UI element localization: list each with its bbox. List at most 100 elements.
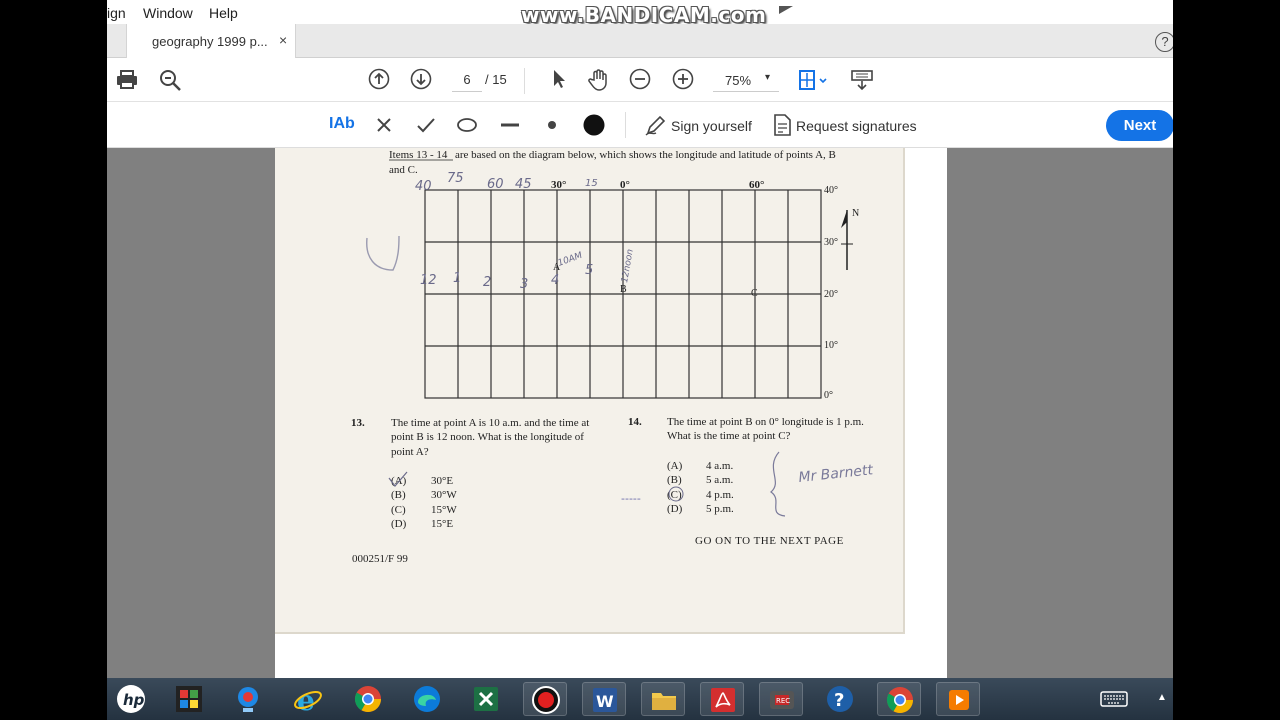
handwritten-note: 12 [420, 273, 437, 288]
acrobat-window: ign Window Help www.BANDICAM.com geograp… [107, 0, 1173, 678]
hp-logo-icon[interactable]: hp [109, 682, 149, 716]
help-icon[interactable]: ? [1155, 32, 1173, 52]
fill-sign-toolbar: IAb Sign yourself Request signatures Nex… [107, 102, 1173, 148]
sign-yourself-label[interactable]: Sign yourself [671, 118, 752, 134]
chrome-icon[interactable] [346, 682, 390, 716]
menu-window[interactable]: Window [143, 5, 193, 21]
hand-tool-icon[interactable] [587, 68, 611, 92]
line-icon[interactable] [499, 114, 521, 136]
sign-pen-icon[interactable] [644, 113, 668, 137]
q13-option-letter: (D) [391, 518, 407, 530]
print-icon[interactable] [115, 68, 139, 92]
q14-option-letter: (A) [667, 460, 683, 472]
request-signatures-icon[interactable] [771, 113, 793, 137]
checkmark-icon[interactable] [416, 114, 436, 136]
total-pages: / 15 [485, 72, 507, 87]
handwritten-arrow: ----- [621, 492, 641, 505]
navigation-toolbar: 6 / 15 75% ▾ [107, 58, 1173, 102]
document-tab[interactable]: geography 1999 p... × [126, 24, 296, 58]
q13-option-letter: (C) [391, 504, 406, 516]
handwritten-brace [770, 451, 786, 517]
q13-option-value: 30°W [431, 489, 457, 501]
bandicam-video-icon[interactable]: REC [759, 682, 803, 716]
help-support-icon[interactable]: ? [818, 682, 862, 716]
webcam-recorder-icon[interactable] [226, 682, 270, 716]
bandicam-record-icon[interactable] [523, 682, 567, 716]
exam-diagram: Items 13 - 14 are based on the diagram b… [351, 149, 874, 565]
svg-text:REC: REC [776, 697, 790, 705]
footer-code: 000251/F 99 [352, 553, 408, 565]
add-text-tool[interactable]: IAb [329, 115, 355, 133]
north-arrow-icon [841, 210, 853, 270]
menu-bar: ign Window Help www.BANDICAM.com [107, 0, 1173, 27]
toolbar-divider [524, 68, 525, 94]
handwritten-note: 10AM [557, 251, 584, 269]
zoom-value: 75% [725, 73, 752, 88]
small-dot-icon[interactable] [544, 114, 560, 136]
q13-text-line: point B is 12 noon. What is the longitud… [391, 431, 584, 443]
scroll-mode-icon[interactable] [849, 68, 875, 92]
go-on-next-page: GO ON TO THE NEXT PAGE [695, 535, 844, 547]
zoom-search-icon[interactable] [158, 68, 182, 92]
menu-help[interactable]: Help [209, 5, 238, 21]
q13-option-letter: (B) [391, 489, 406, 501]
chevron-down-icon: ▾ [765, 72, 771, 83]
point-c: C [751, 288, 758, 299]
file-explorer-icon[interactable] [641, 682, 685, 716]
document-viewport[interactable]: Items 13 - 14 are based on the diagram b… [107, 148, 1173, 678]
tray-expand-icon[interactable]: ▲ [1157, 692, 1167, 703]
internet-explorer-icon[interactable]: e [286, 682, 330, 716]
windows-taskbar: hp e W REC ? ▲ [107, 678, 1173, 720]
toolbar-divider [625, 112, 626, 138]
chrome-window-icon[interactable] [877, 682, 921, 716]
request-signatures-label[interactable]: Request signatures [796, 118, 917, 134]
ellipse-icon[interactable] [456, 114, 478, 136]
video-player-icon[interactable] [936, 682, 980, 716]
close-tab-icon[interactable]: × [279, 32, 287, 48]
handwritten-note: 40 [415, 179, 432, 194]
handwritten-note: 3 [520, 277, 528, 292]
q14-number: 14. [628, 416, 642, 428]
q13-text-line: The time at point A is 10 a.m. and the t… [391, 417, 589, 429]
menu-sign[interactable]: ign [107, 5, 126, 21]
previous-page-icon[interactable] [368, 68, 390, 90]
document-tab-title: geography 1999 p... [152, 34, 268, 49]
zoom-out-icon[interactable] [629, 68, 651, 90]
app-store-icon[interactable] [167, 682, 211, 716]
lon-label-60: 60° [749, 179, 764, 191]
handwritten-scribble [366, 235, 400, 271]
word-icon[interactable]: W [582, 682, 626, 716]
zoom-in-icon[interactable] [672, 68, 694, 90]
intro-underlined: Items 13 - 14 [389, 149, 448, 161]
q13-option-value: 30°E [431, 475, 453, 487]
lon-label-30: 30° [551, 179, 566, 191]
excel-icon[interactable] [464, 682, 508, 716]
zoom-select[interactable]: 75% ▾ [713, 70, 779, 92]
handwritten-note: 1 [453, 271, 461, 286]
svg-text:hp: hp [123, 691, 145, 709]
lat-label-20: 20° [824, 289, 838, 300]
q14-option-value: 5 p.m. [706, 503, 734, 515]
acrobat-icon[interactable] [700, 682, 744, 716]
keyboard-icon[interactable] [1092, 682, 1132, 716]
q14-text-line: What is the time at point C? [667, 430, 791, 442]
q14-option-value: 5 a.m. [706, 474, 733, 486]
q13-number: 13. [351, 417, 365, 429]
handwritten-note: 5 [585, 263, 593, 278]
edge-icon[interactable] [405, 682, 449, 716]
q14-option-letter: (D) [667, 503, 683, 515]
pdf-page: Items 13 - 14 are based on the diagram b… [275, 148, 947, 678]
large-dot-icon[interactable] [582, 114, 606, 138]
north-label: N [852, 208, 859, 219]
next-button[interactable]: Next [1106, 110, 1173, 141]
lat-label-10: 10° [824, 340, 838, 351]
fit-page-icon[interactable] [798, 68, 830, 92]
next-page-icon[interactable] [410, 68, 432, 90]
cross-mark-icon[interactable] [375, 114, 393, 136]
handwritten-signature: Mr Barnett [798, 462, 874, 486]
select-cursor-icon[interactable] [550, 68, 570, 90]
intro-text-line2: and C. [389, 164, 418, 176]
lat-label-0: 0° [824, 390, 833, 401]
screen: ign Window Help www.BANDICAM.com geograp… [0, 0, 1280, 720]
current-page-input[interactable]: 6 [452, 70, 482, 92]
